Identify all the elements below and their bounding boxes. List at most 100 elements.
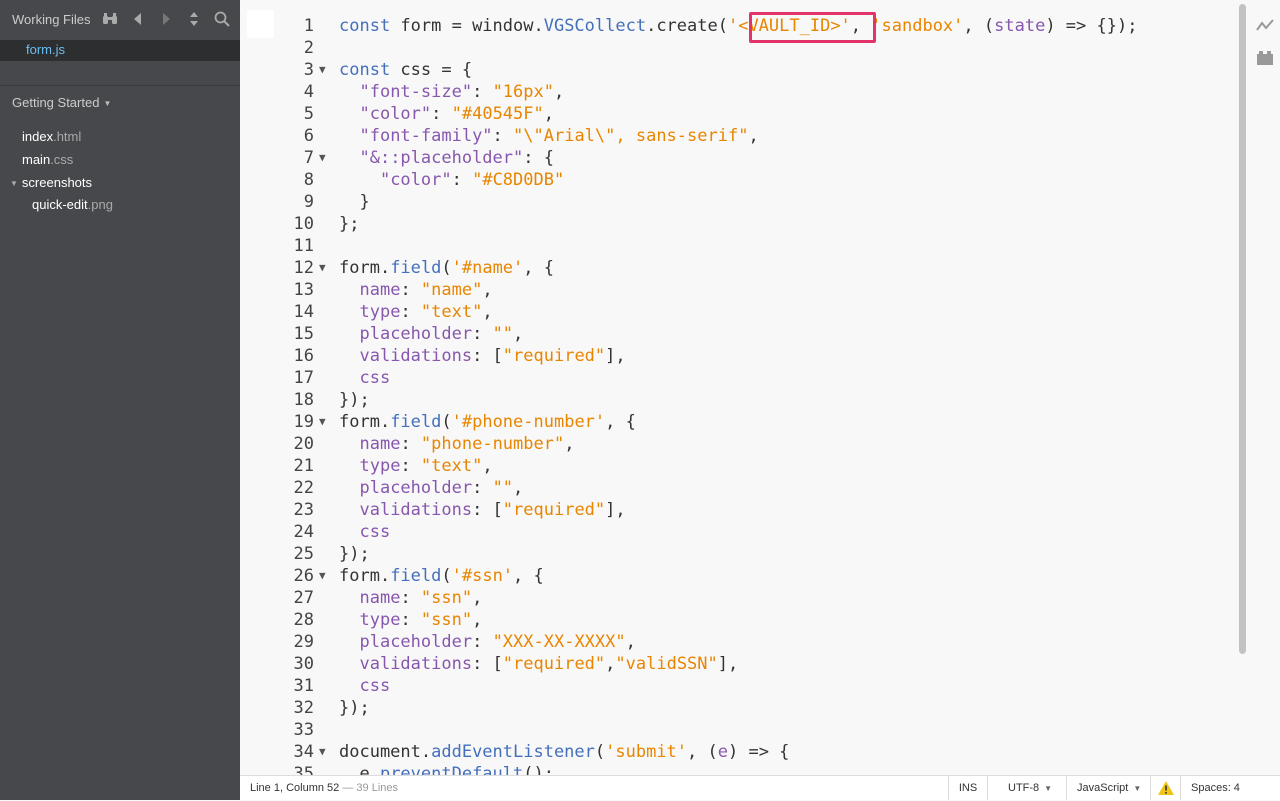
file-tree-item[interactable]: index.html [22,129,81,144]
token: css [359,368,391,388]
code-line[interactable]: 27 name: "ssn", [240,587,1250,609]
code-line[interactable]: 10}; [240,213,1250,235]
insert-mode-label: INS [958,782,978,794]
code-line[interactable]: 35 e.preventDefault(); [240,763,1250,775]
code-line[interactable]: 22 placeholder: "", [240,477,1250,499]
line-number: 14 [293,302,314,322]
code-text: form.field('#ssn', { [339,565,544,587]
token: field [390,566,442,586]
right-toolbar [1239,0,1280,775]
file-tree-item[interactable]: main.css [22,152,73,167]
code-line[interactable]: 3 ▼ const css = { [240,59,1250,81]
code-line[interactable]: 13 name: "name", [240,279,1250,301]
sidebar: Working Files form.js Getting Started ▼ i… [0,0,240,800]
token: "#40545F" [451,104,544,124]
line-number: 34 [293,742,314,762]
warning-icon[interactable] [1150,776,1181,800]
search-icon[interactable] [212,10,232,28]
code-editor[interactable]: 1 const form = window.VGSCollect.create('… [240,0,1250,775]
token: "font-size" [359,82,473,102]
folder-tree-item[interactable]: ▼ screenshots [10,175,92,190]
code-line[interactable]: 20 name: "phone-number", [240,433,1250,455]
language-dropdown[interactable]: JavaScript ▼ [1066,776,1156,800]
code-line[interactable]: 28 type: "ssn", [240,609,1250,631]
code-line[interactable]: 12 ▼ form.field('#name', { [240,257,1250,279]
code-line[interactable]: 26 ▼ form.field('#ssn', { [240,565,1250,587]
insert-mode-toggle[interactable]: INS [948,776,987,800]
token: : [472,478,493,498]
code-line[interactable]: 4 "font-size": "16px", [240,81,1250,103]
code-line[interactable]: 25}); [240,543,1250,565]
code-line[interactable]: 30 validations: ["required","validSSN"], [240,653,1250,675]
code-line[interactable]: 5 "color": "#40545F", [240,103,1250,125]
vault-id-highlight [749,12,876,43]
code-text: "color": "#40545F", [339,103,554,125]
project-dropdown[interactable]: Getting Started ▼ [12,95,111,110]
code-line[interactable]: 15 placeholder: "", [240,323,1250,345]
code-text: form.field('#phone-number', { [339,411,636,433]
code-line[interactable]: 34 ▼ document.addEventListener('submit', (… [240,741,1250,763]
code-line[interactable]: 11 [240,235,1250,257]
token: 'sandbox' [871,16,964,36]
vertical-scrollbar[interactable] [1238,0,1250,775]
code-line[interactable]: 8 "color": "#C8D0DB" [240,169,1250,191]
fold-arrow-icon[interactable]: ▼ [319,565,326,587]
code-line[interactable]: 33 [240,719,1250,741]
arrow-right-icon[interactable] [156,10,176,28]
code-text: "font-family": "\"Arial\", sans-serif", [339,125,758,147]
token: : [ [472,654,503,674]
code-line[interactable]: 31 css [240,675,1250,697]
code-line[interactable]: 16 validations: ["required"], [240,345,1250,367]
code-text: placeholder: "", [339,477,523,499]
code-line[interactable]: 9 } [240,191,1250,213]
code-line[interactable]: 19 ▼ form.field('#phone-number', { [240,411,1250,433]
code-line[interactable]: 32}); [240,697,1250,719]
token: placeholder [359,324,473,344]
code-text: "font-size": "16px", [339,81,564,103]
scrollbar-thumb[interactable] [1239,4,1246,654]
fold-arrow-icon[interactable]: ▼ [319,147,326,169]
code-text: const form = window.VGSCollect.create('<… [339,15,1137,37]
token: ], [605,500,626,520]
code-text: }); [339,698,370,718]
code-line[interactable]: 24 css [240,521,1250,543]
token: name [359,588,401,608]
line-number: 19 [293,412,314,432]
encoding-dropdown[interactable]: UTF-8 ▼ [987,776,1066,800]
code-line[interactable]: 6 "font-family": "\"Arial\", sans-serif"… [240,125,1250,147]
live-preview-icon[interactable] [1256,17,1274,35]
code-line[interactable]: 17 css [240,367,1250,389]
code-line[interactable]: 14 type: "text", [240,301,1250,323]
token: state [994,16,1046,36]
code-line[interactable]: 2 [240,37,1250,59]
working-file-item[interactable]: form.js [0,40,240,61]
token: ( [441,566,452,586]
fold-arrow-icon[interactable]: ▼ [319,257,326,279]
code-line[interactable]: 1 const form = window.VGSCollect.create('… [240,15,1250,37]
code-line[interactable]: 29 placeholder: "XXX-XX-XXXX", [240,631,1250,653]
file-tree-item[interactable]: quick-edit.png [32,197,113,212]
split-icon[interactable] [184,10,204,28]
token: document. [339,742,432,762]
indentation-setting[interactable]: Spaces: 4 [1180,776,1280,800]
fold-arrow-icon[interactable]: ▼ [319,741,326,763]
code-line[interactable]: 21 type: "text", [240,455,1250,477]
code-line[interactable]: 7 ▼ "&::placeholder": { [240,147,1250,169]
extension-manager-icon[interactable] [1256,49,1274,67]
binoculars-icon[interactable] [100,10,120,28]
line-number: 5 [303,104,314,124]
token: const [339,60,391,80]
code-text: type: "ssn", [339,609,482,631]
sidebar-toolbar [100,10,232,28]
code-line[interactable]: 18}); [240,389,1250,411]
code-line[interactable]: 23 validations: ["required"], [240,499,1250,521]
token: css = { [390,60,473,80]
arrow-left-icon[interactable] [128,10,148,28]
fold-arrow-icon[interactable]: ▼ [319,411,326,433]
token: : [472,324,493,344]
folder-expanded-icon[interactable]: ▼ [10,179,18,188]
file-ext: .html [53,129,82,144]
fold-arrow-icon[interactable]: ▼ [319,59,326,81]
